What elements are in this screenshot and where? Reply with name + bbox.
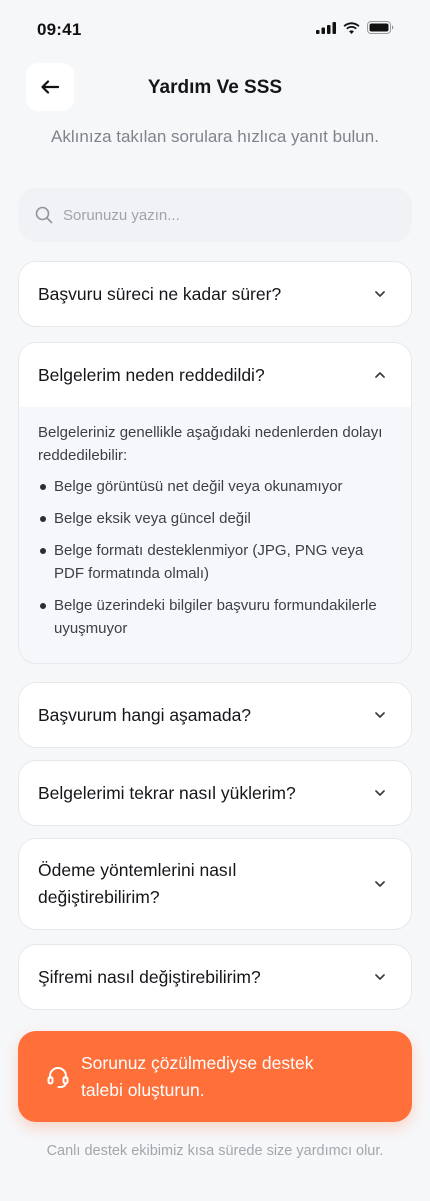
faq-question: Ödeme yöntemlerini nasıl değiştirebiliri… bbox=[38, 860, 237, 907]
faq-question-row[interactable]: Belgelerim neden reddedildi? bbox=[19, 343, 411, 407]
faq-question-row[interactable]: Başvuru süreci ne kadar sürer? bbox=[19, 262, 411, 326]
faq-question: Belgelerimi tekrar nasıl yüklerim? bbox=[38, 782, 296, 803]
battery-icon bbox=[367, 21, 394, 34]
faq-answer-point: Belge eksik veya güncel değil bbox=[38, 507, 392, 530]
faq-question-row[interactable]: Belgelerimi tekrar nasıl yüklerim? bbox=[19, 761, 411, 825]
search-input[interactable] bbox=[63, 206, 383, 224]
faq-answer-point-text: Belge formatı desteklenmiyor (JPG, PNG v… bbox=[54, 542, 364, 582]
search-icon bbox=[35, 206, 53, 224]
faq-answer-point: Belge formatı desteklenmiyor (JPG, PNG v… bbox=[38, 539, 392, 585]
chevron-down-icon bbox=[375, 712, 385, 718]
bullet-icon bbox=[40, 516, 46, 522]
faq-question-row[interactable]: Ödeme yöntemlerini nasıl değiştirebiliri… bbox=[19, 839, 411, 929]
faq-item-application-duration[interactable]: Başvuru süreci ne kadar sürer? bbox=[18, 261, 412, 327]
faq-item-documents-rejected[interactable]: Belgelerim neden reddedildi? Belgelerini… bbox=[18, 342, 412, 664]
search-bar[interactable] bbox=[18, 188, 412, 242]
status-icons bbox=[316, 21, 394, 34]
faq-item-reupload-documents[interactable]: Belgelerimi tekrar nasıl yüklerim? bbox=[18, 760, 412, 826]
faq-answer-intro: Belgeleriniz genellikle aşağıdaki nedenl… bbox=[38, 424, 383, 464]
faq-question: Belgelerim neden reddedildi? bbox=[38, 364, 265, 385]
faq-answer-point-text: Belge eksik veya güncel değil bbox=[54, 510, 251, 527]
faq-question-row[interactable]: Şifremi nasıl değiştirebilirim? bbox=[19, 945, 411, 1009]
page-title: Yardım Ve SSS bbox=[147, 77, 283, 98]
status-time: 09:41 bbox=[37, 20, 82, 39]
faq-question: Başvuru süreci ne kadar sürer? bbox=[38, 283, 282, 304]
status-bar: 09:41 bbox=[0, 0, 430, 60]
chevron-down-icon bbox=[375, 790, 385, 796]
bullet-icon bbox=[40, 603, 46, 609]
faq-question-row[interactable]: Başvurum hangi aşamada? bbox=[19, 683, 411, 747]
chevron-down-icon bbox=[375, 291, 385, 297]
chevron-up-icon bbox=[375, 372, 385, 378]
bullet-icon bbox=[40, 484, 46, 490]
faq-answer-point-text: Belge görüntüsü net değil veya okunamıyo… bbox=[54, 478, 343, 495]
faq-answer-point: Belge görüntüsü net değil veya okunamıyo… bbox=[38, 475, 392, 498]
faq-item-payment-methods[interactable]: Ödeme yöntemlerini nasıl değiştirebiliri… bbox=[18, 838, 412, 930]
chevron-down-icon bbox=[375, 881, 385, 887]
footer-note: Canlı destek ekibimiz kısa sürede size y… bbox=[46, 1143, 384, 1159]
cta-label: Sorunuz çözülmediyse destek talebi oluşt… bbox=[81, 1052, 314, 1100]
bullet-icon bbox=[40, 548, 46, 554]
page-subtitle: Aklınıza takılan sorulara hızlıca yanıt … bbox=[51, 127, 379, 146]
faq-item-change-password[interactable]: Şifremi nasıl değiştirebilirim? bbox=[18, 944, 412, 1010]
faq-item-application-stage[interactable]: Başvurum hangi aşamada? bbox=[18, 682, 412, 748]
headset-icon bbox=[47, 1066, 69, 1088]
wifi-icon bbox=[343, 21, 360, 34]
faq-answer-point: Belge üzerindeki bilgiler başvuru formun… bbox=[38, 594, 392, 640]
faq-question: Şifremi nasıl değiştirebilirim? bbox=[38, 966, 261, 987]
faq-answer: Belgeleriniz genellikle aşağıdaki nedenl… bbox=[19, 407, 411, 663]
chevron-down-icon bbox=[375, 974, 385, 980]
faq-answer-point-text: Belge üzerindeki bilgiler başvuru formun… bbox=[54, 597, 377, 637]
create-support-ticket-button[interactable]: Sorunuz çözülmediyse destek talebi oluşt… bbox=[18, 1031, 412, 1122]
signal-icon bbox=[316, 21, 336, 34]
faq-question: Başvurum hangi aşamada? bbox=[38, 704, 252, 725]
